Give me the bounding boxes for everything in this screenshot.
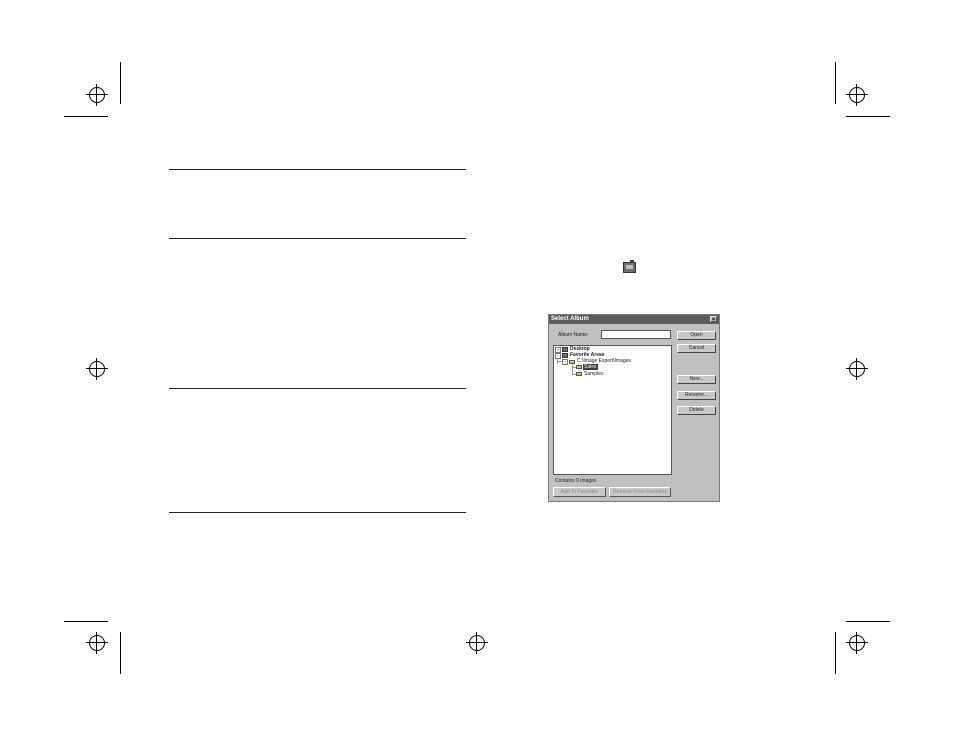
crop-mark [120, 62, 121, 104]
album-name-input[interactable] [601, 330, 671, 339]
registration-mark-icon [466, 632, 488, 654]
registration-mark-icon [846, 84, 868, 106]
album-icon [623, 260, 636, 273]
section-rule [169, 238, 466, 239]
section-rule [169, 169, 466, 170]
cancel-button[interactable]: Cancel [677, 344, 716, 353]
section-rule [169, 512, 466, 513]
favorites-icon [562, 353, 568, 358]
rename-button[interactable]: Rename... [677, 391, 716, 400]
add-to-favorites-button[interactable]: Add To Favorites [553, 487, 606, 497]
crop-mark [846, 116, 890, 117]
dialog-title: Select Album [551, 316, 589, 322]
crop-mark [835, 62, 836, 104]
crop-mark [64, 116, 108, 117]
close-icon[interactable]: × [710, 316, 717, 323]
crop-mark [846, 621, 890, 622]
registration-mark-icon [846, 632, 868, 654]
folder-icon [576, 372, 582, 376]
tree-item-selected[interactable]: Sales [583, 364, 598, 370]
expand-icon[interactable]: − [555, 353, 561, 359]
crop-mark [835, 632, 836, 674]
desktop-icon [562, 347, 568, 352]
dialog-titlebar: Select Album × [549, 315, 719, 324]
registration-mark-icon [86, 84, 108, 106]
delete-button[interactable]: Delete [677, 406, 716, 415]
album-name-label: Album Name: [558, 332, 589, 338]
crop-mark [120, 632, 121, 674]
expand-icon[interactable]: − [562, 359, 568, 365]
tree-item-samples[interactable]: Samples [584, 371, 603, 377]
select-album-dialog: Select Album × Album Name: + Desktop − F… [548, 314, 720, 502]
folder-icon [576, 365, 582, 369]
registration-mark-icon [846, 358, 868, 380]
status-text: Contains 0 images [555, 478, 597, 484]
registration-mark-icon [86, 632, 108, 654]
new-button[interactable]: New... [677, 375, 716, 384]
album-tree[interactable]: + Desktop − Favorite Areas − C:\Image Ex… [553, 345, 672, 475]
remove-from-favorites-button[interactable]: Remove From Favorites [609, 487, 671, 497]
section-rule [169, 388, 466, 389]
registration-mark-icon [86, 358, 108, 380]
open-button[interactable]: Open [677, 331, 716, 340]
crop-mark [64, 621, 108, 622]
